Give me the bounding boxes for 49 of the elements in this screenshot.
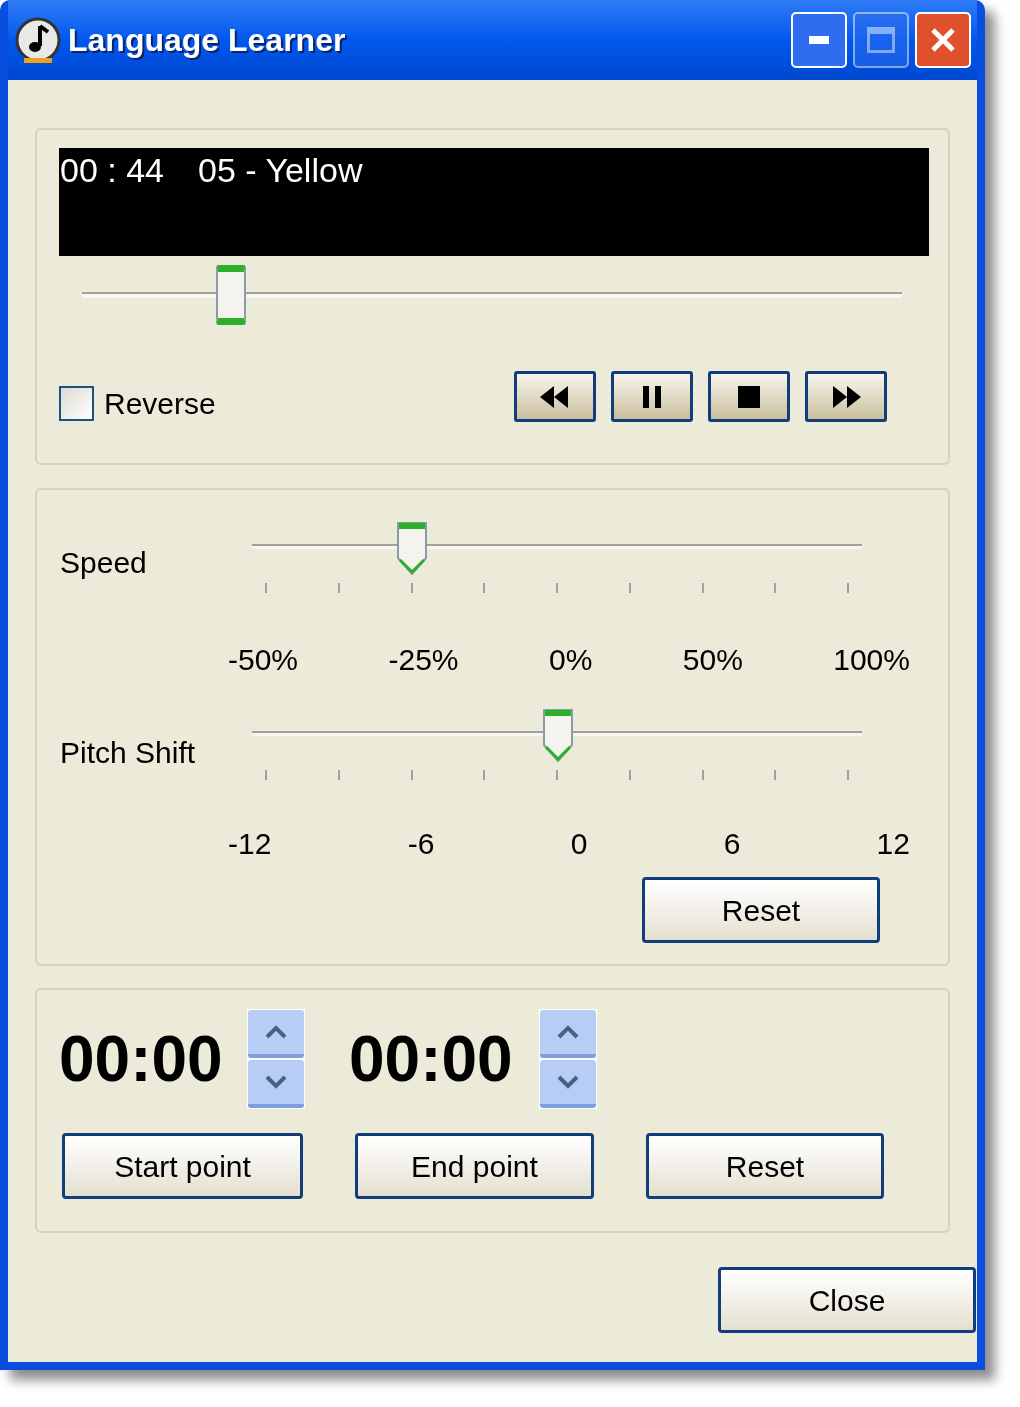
loop-button[interactable]: Reset xyxy=(646,1133,884,1199)
time-readout: 00 : 44 xyxy=(60,150,164,191)
minimize-button[interactable] xyxy=(791,12,847,68)
stop-button[interactable] xyxy=(708,371,790,422)
window-title: Language Learner xyxy=(68,21,347,60)
slider-label: Pitch Shift xyxy=(60,736,197,771)
fast-forward-icon xyxy=(831,385,861,408)
chevron-down-icon xyxy=(265,1075,287,1089)
chevron-up-icon xyxy=(265,1025,287,1039)
pause-icon xyxy=(642,385,662,408)
music-note-icon xyxy=(14,16,62,64)
scale-label: -6 xyxy=(407,829,435,859)
spin-up-button[interactable] xyxy=(540,1010,596,1058)
track-title: 05 - Yellow xyxy=(198,150,363,191)
scale-label: 0 xyxy=(570,829,588,859)
slider-thumb[interactable] xyxy=(395,520,428,576)
scale-label: 0% xyxy=(548,645,593,675)
chevron-up-icon xyxy=(557,1025,579,1039)
minimize-icon xyxy=(809,36,829,44)
scale-label: -25% xyxy=(388,645,459,675)
checkbox-label: Reverse xyxy=(104,386,216,422)
stop-icon xyxy=(738,385,760,408)
close-icon xyxy=(929,26,957,54)
chevron-down-icon xyxy=(557,1075,579,1089)
seek-thumb[interactable] xyxy=(215,265,246,325)
scale-label: 12 xyxy=(876,829,910,859)
scale-label: 50% xyxy=(682,645,743,675)
scale-label: -12 xyxy=(228,829,272,859)
spin-down-button[interactable] xyxy=(248,1060,304,1108)
rewind-icon xyxy=(540,385,570,408)
loop-button[interactable]: End point xyxy=(355,1133,594,1199)
checkbox[interactable] xyxy=(59,386,94,421)
start-time: 00:00 xyxy=(59,1024,224,1094)
loop-button[interactable]: Start point xyxy=(62,1133,303,1199)
close-button[interactable]: Close xyxy=(718,1267,976,1333)
scale-label: 100% xyxy=(833,645,910,675)
forward-button[interactable] xyxy=(805,371,887,422)
scale-label: 6 xyxy=(723,829,741,859)
spin-up-button[interactable] xyxy=(248,1010,304,1058)
end-time: 00:00 xyxy=(349,1024,514,1094)
slider-thumb[interactable] xyxy=(541,707,574,763)
close-button[interactable] xyxy=(915,12,971,68)
slider-label: Speed xyxy=(60,546,148,581)
spin-down-button[interactable] xyxy=(540,1060,596,1108)
pause-button[interactable] xyxy=(611,371,693,422)
maximize-icon xyxy=(867,27,895,53)
reset-button[interactable]: Reset xyxy=(642,877,880,943)
scale-label: -50% xyxy=(228,645,299,675)
rewind-button[interactable] xyxy=(514,371,596,422)
